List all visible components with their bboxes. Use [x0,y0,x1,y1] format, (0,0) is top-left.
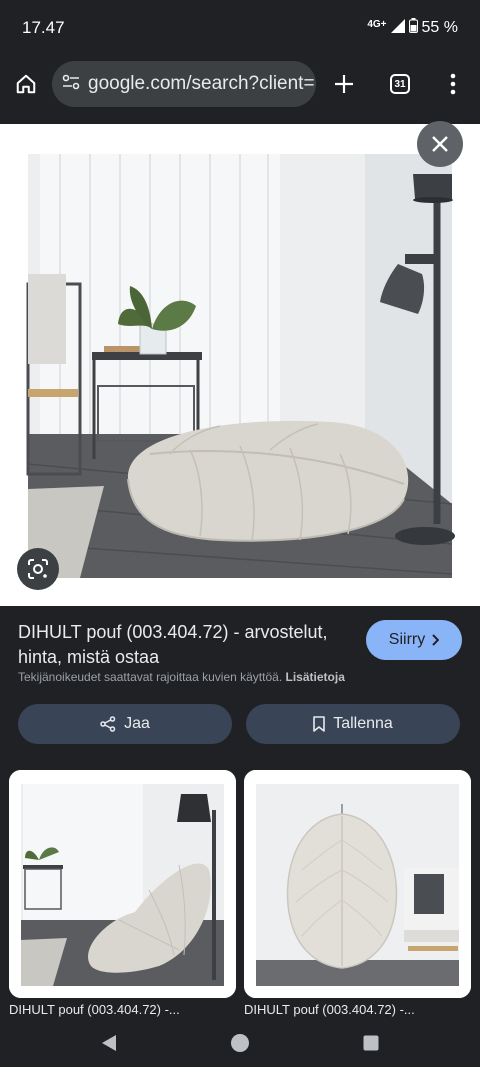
home-nav-button[interactable] [225,1028,255,1058]
close-button[interactable] [417,121,463,167]
home-button[interactable] [4,62,48,106]
bookmark-icon [313,716,325,732]
learn-more-link[interactable]: Lisätietoja [286,670,345,684]
battery-percent: 55 % [421,19,458,36]
product-image[interactable] [0,124,480,606]
related-caption[interactable]: DIHULT pouf (003.404.72) -... [9,1002,235,1017]
status-bar: 17.47 4G+ 55 % [0,0,480,56]
related-image [9,770,236,998]
share-button[interactable]: Jaa [18,704,232,744]
tune-icon[interactable] [62,73,80,96]
related-image-card[interactable] [244,770,471,998]
related-image [244,770,471,998]
more-vert-icon [450,73,456,95]
url-text[interactable]: google.com/search?client= [88,73,315,95]
new-tab-button[interactable] [322,62,366,106]
plus-icon [335,75,353,93]
address-bar[interactable]: google.com/search?client= [52,61,316,107]
back-button[interactable] [94,1028,124,1058]
chevron-right-icon [432,634,440,646]
image-preview [0,124,480,606]
related-caption[interactable]: DIHULT pouf (003.404.72) -... [244,1002,470,1017]
save-button[interactable]: Tallenna [246,704,460,744]
visit-button[interactable]: Siirry [366,620,462,660]
lens-icon [28,559,48,579]
save-label: Tallenna [333,715,393,732]
network-label: 4G+ [367,18,387,30]
home-circle-icon [231,1034,249,1052]
recents-icon [363,1035,379,1051]
status-time: 17.47 [22,18,65,37]
result-info: DIHULT pouf (003.404.72) - arvostelut, h… [0,606,480,770]
related-image-card[interactable] [9,770,236,998]
battery-icon [408,18,418,38]
copyright-notice: Tekijänoikeudet saattavat rajoittaa kuvi… [18,670,345,684]
system-nav-bar [0,1018,480,1067]
related-images: DIHULT pouf (003.404.72) -... DIHULT pou… [0,770,480,1020]
recents-button[interactable] [356,1028,386,1058]
copyright-text: Tekijänoikeudet saattavat rajoittaa kuvi… [18,670,283,684]
browser-toolbar: google.com/search?client= 31 [0,56,480,112]
status-indicators: 4G+ 55 % [367,18,458,38]
tab-switcher-icon: 31 [390,74,410,94]
home-icon [16,74,36,94]
tab-switcher-button[interactable]: 31 [378,62,422,106]
share-label: Jaa [124,715,150,732]
visit-label: Siirry [388,631,426,648]
close-icon [432,136,448,152]
share-icon [100,716,116,732]
lens-button[interactable] [17,548,59,590]
back-icon [102,1035,116,1051]
signal-icon [390,18,405,38]
result-title[interactable]: DIHULT pouf (003.404.72) - arvostelut, h… [18,620,348,670]
menu-button[interactable] [431,62,475,106]
